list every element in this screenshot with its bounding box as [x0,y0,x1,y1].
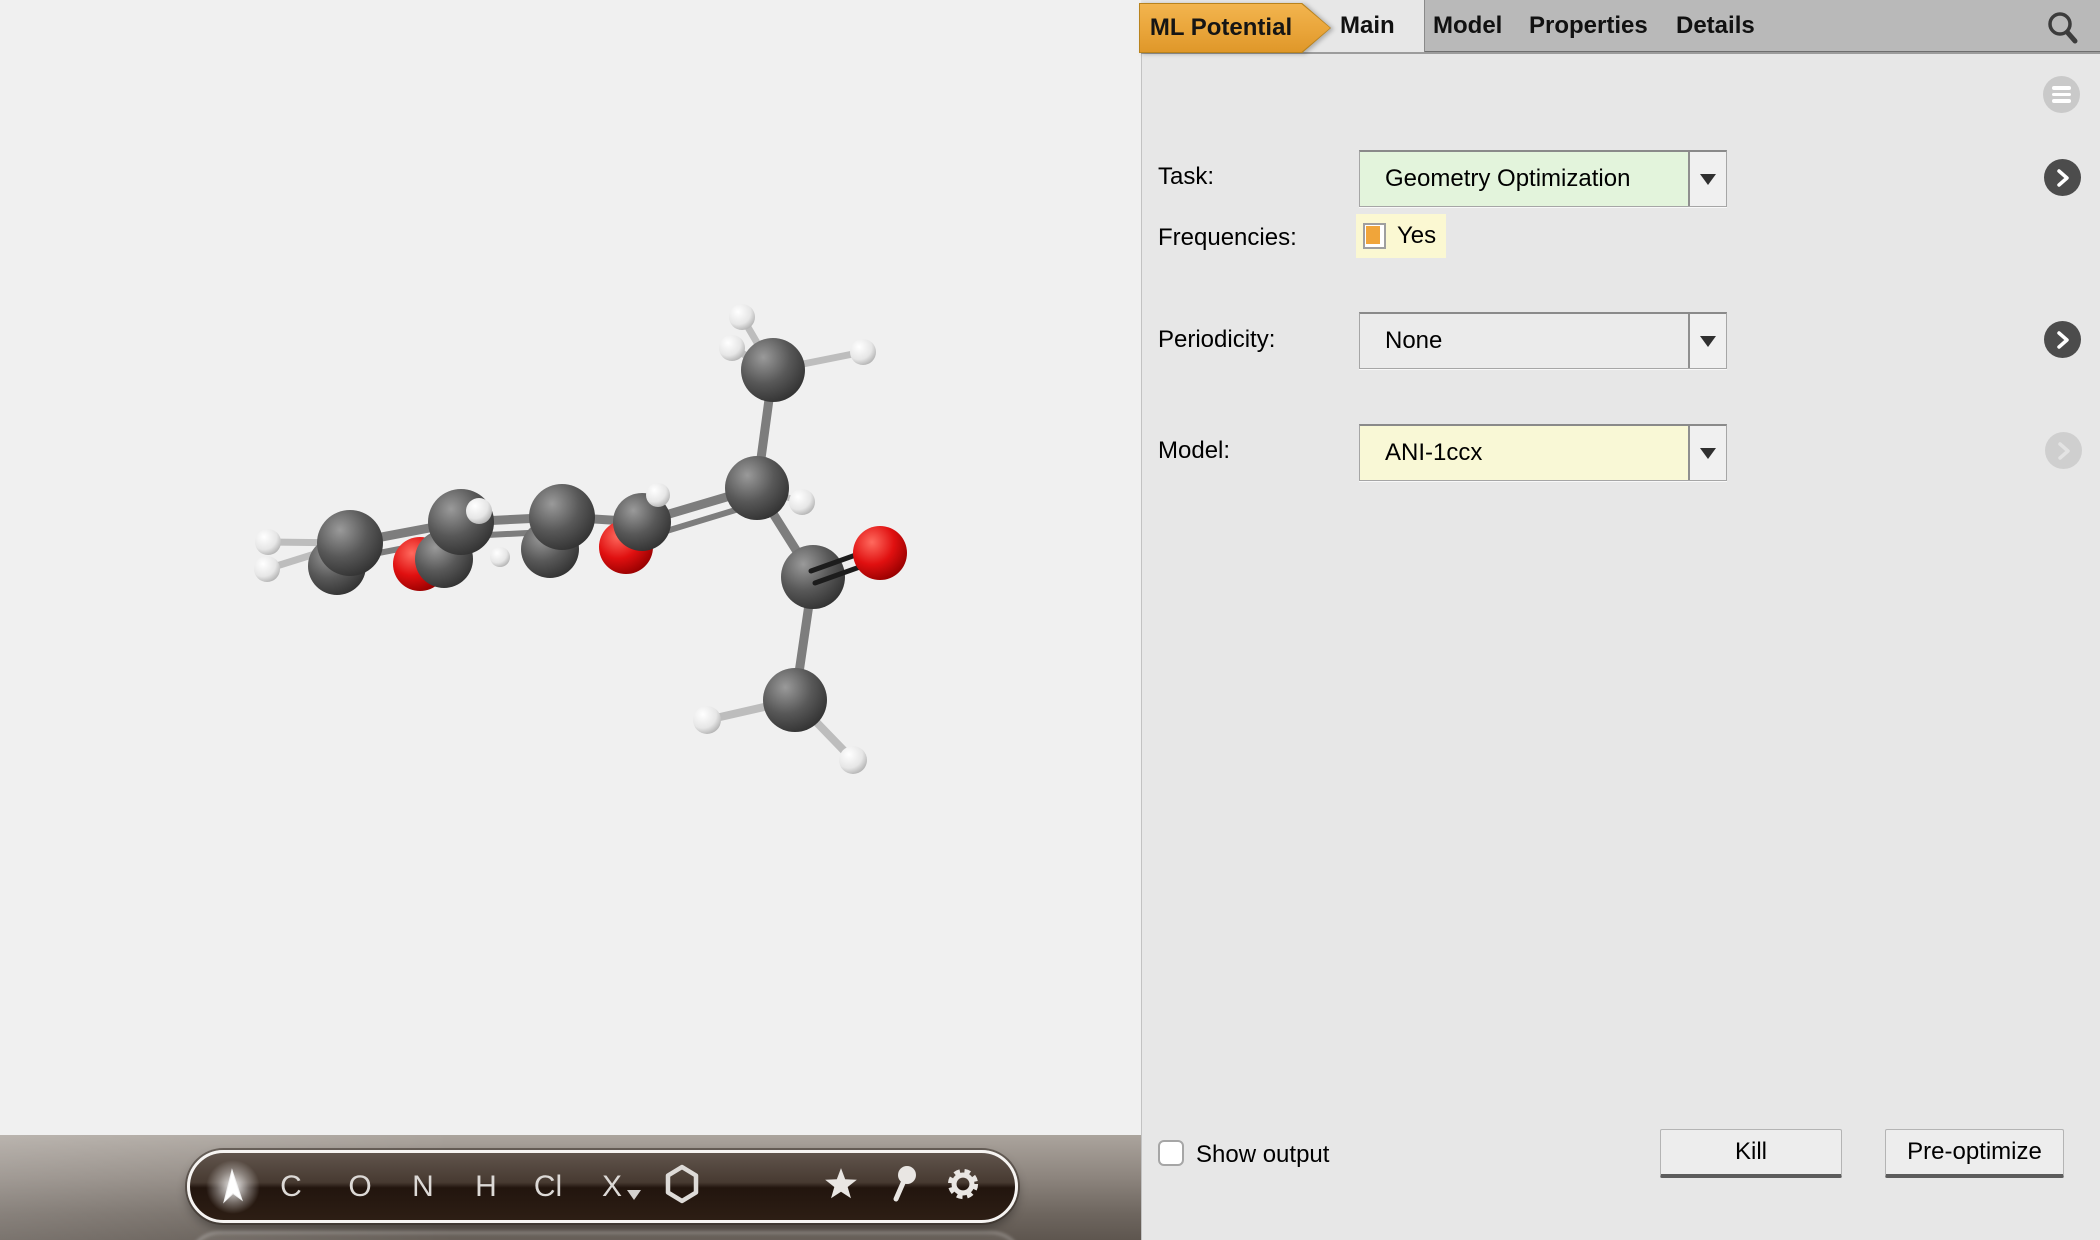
model-value: ANI-1ccx [1360,426,1688,480]
balloon-wand-icon [888,1164,920,1204]
caret-down-icon [1700,336,1716,347]
cursor-arrow-icon [215,1167,251,1207]
caret-down-icon [1700,448,1716,459]
element-carbon-button[interactable]: C [280,1172,302,1202]
checkbox-orange-fill [1366,226,1380,244]
model-dropdown[interactable]: ANI-1ccx [1359,424,1727,481]
tab-main[interactable]: Main [1340,0,1395,52]
frequencies-value: Yes [1397,222,1436,250]
chevron-right-icon [2056,440,2072,462]
periodicity-value: None [1360,314,1688,368]
hamburger-icon [2052,86,2071,103]
molecule-viewer-canvas[interactable]: C O N H Cl X [0,0,1141,1240]
ml-potential-tab-label: ML Potential [1139,3,1303,53]
dropdown-arrow [1688,426,1726,480]
element-oxygen-button[interactable]: O [348,1172,371,1202]
element-hydrogen-button[interactable]: H [475,1172,497,1202]
periodicity-dropdown[interactable]: None [1359,312,1727,369]
toolbar-reflection [187,1231,1024,1240]
element-nitrogen-button[interactable]: N [412,1172,434,1202]
chevron-right-icon [2055,329,2071,351]
molecule-model [0,0,1141,1240]
kill-button[interactable]: Kill [1660,1129,1842,1178]
tab-details[interactable]: Details [1676,0,1755,52]
ml-potential-tab[interactable]: ML Potential [1139,3,1331,53]
search-icon [2046,10,2080,46]
preoptimize-button[interactable]: Pre-optimize [1885,1129,2064,1178]
task-value: Geometry Optimization [1360,152,1688,206]
model-label: Model: [1158,437,1230,465]
hexagon-icon [664,1164,700,1204]
element-chlorine-button[interactable]: Cl [534,1172,562,1202]
wand-tool[interactable] [888,1164,920,1210]
chevron-right-icon [2055,167,2071,189]
caret-down-icon [627,1190,641,1200]
dropdown-arrow [1688,314,1726,368]
inactive-tabs-area [1424,0,2100,54]
task-details-button[interactable] [2044,159,2081,196]
frequencies-label: Frequencies: [1158,224,1297,252]
checkbox-checked-icon [1363,223,1386,249]
task-label: Task: [1158,163,1214,191]
pointer-tool[interactable] [205,1159,261,1215]
element-picker-button[interactable]: X [602,1172,622,1202]
show-output-checkbox[interactable] [1158,1140,1184,1166]
model-details-button-disabled [2045,432,2082,469]
panel-menu-button[interactable] [2043,76,2080,113]
tab-model[interactable]: Model [1433,0,1502,52]
show-output-label: Show output [1196,1141,1329,1169]
tab-properties[interactable]: Properties [1529,0,1648,52]
element-picker-caret[interactable] [627,1190,641,1200]
favorites-tool[interactable] [824,1167,858,1207]
frequencies-checkbox[interactable]: Yes [1356,214,1446,258]
gear-icon [944,1165,982,1203]
app-window: C O N H Cl X [0,0,2100,1240]
editor-toolbar: C O N H Cl X [187,1150,1018,1223]
caret-down-icon [1700,174,1716,185]
periodicity-label: Periodicity: [1158,326,1275,354]
search-button[interactable] [2043,8,2083,48]
periodicity-details-button[interactable] [2044,321,2081,358]
ring-tool[interactable] [664,1164,700,1210]
dropdown-arrow [1688,152,1726,206]
task-dropdown[interactable]: Geometry Optimization [1359,150,1727,207]
settings-tool[interactable] [944,1165,982,1209]
star-icon [824,1167,858,1201]
